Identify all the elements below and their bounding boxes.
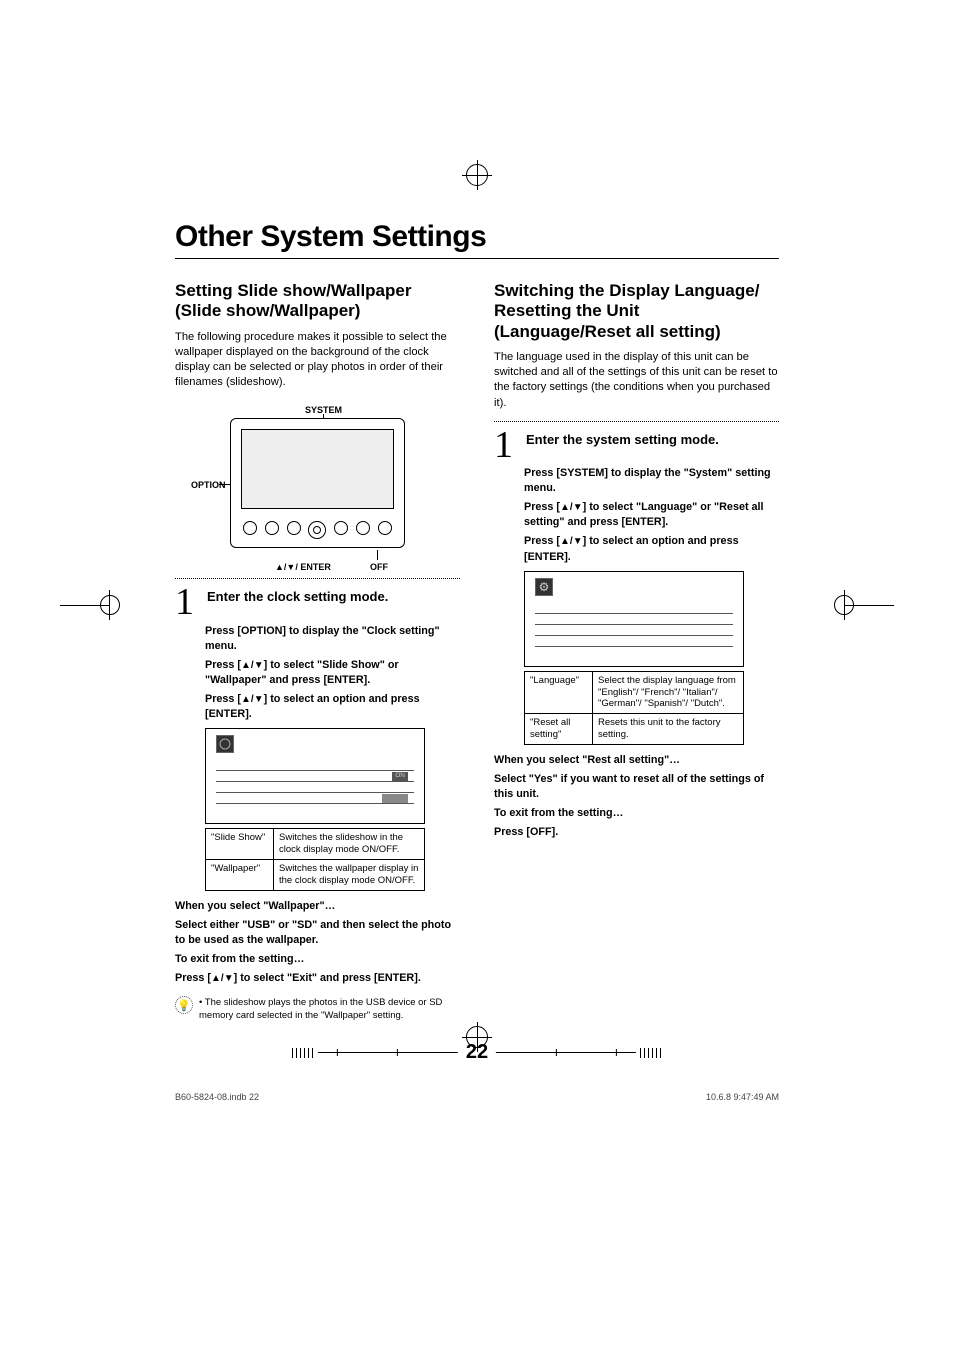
- left-instruction-1: Press [OPTION] to display the "Clock set…: [205, 624, 460, 654]
- menu-value-on: ON: [392, 772, 408, 781]
- clock-icon: [216, 735, 234, 753]
- when-reset-body: Select "Yes" if you want to reset all of…: [494, 772, 779, 802]
- opt-val: Switches the wallpaper display in the cl…: [274, 860, 425, 891]
- footer-right: 10.6.8 9:47:49 AM: [706, 1092, 779, 1102]
- opt-key: "Reset all setting": [525, 714, 593, 745]
- step-1-right: 1 Enter the system setting mode.: [494, 430, 779, 460]
- when-reset-title: When you select "Rest all setting"…: [494, 753, 779, 768]
- step-title: Enter the clock setting mode.: [207, 589, 388, 604]
- table-row: "Slide Show" Switches the slideshow in t…: [206, 829, 425, 860]
- left-options-table: "Slide Show" Switches the slideshow in t…: [205, 828, 425, 891]
- page-title: Other System Settings: [175, 220, 779, 259]
- right-instruction-3: Press [▲/▼] to select an option and pres…: [524, 534, 779, 564]
- right-instruction-2: Press [▲/▼] to select "Language" or "Res…: [524, 500, 779, 530]
- device-illustration: [230, 418, 405, 548]
- lightbulb-icon: 💡: [175, 996, 193, 1014]
- opt-key: "Wallpaper": [206, 860, 274, 891]
- opt-val: Select the display language from "Englis…: [593, 671, 744, 714]
- label-updown-enter: ▲/▼/ ENTER: [275, 562, 331, 572]
- when-wallpaper-title: When you select "Wallpaper"…: [175, 899, 460, 914]
- left-exit-title: To exit from the setting…: [175, 952, 460, 967]
- right-exit-title: To exit from the setting…: [494, 806, 779, 821]
- table-row: "Language" Select the display language f…: [525, 671, 744, 714]
- right-options-table: "Language" Select the display language f…: [524, 671, 744, 745]
- left-exit-body: Press [▲/▼] to select "Exit" and press […: [175, 971, 460, 986]
- step-title: Enter the system setting mode.: [526, 432, 719, 447]
- step-number: 1: [175, 587, 199, 617]
- step-number: 1: [494, 430, 518, 460]
- table-row: "Wallpaper" Switches the wallpaper displ…: [206, 860, 425, 891]
- tip-text: • The slideshow plays the photos in the …: [199, 996, 460, 1022]
- page-number: 22: [458, 1041, 496, 1064]
- gear-icon: [535, 578, 553, 596]
- print-footer: B60-5824-08.indb 22 10.6.8 9:47:49 AM: [175, 1092, 779, 1102]
- label-off: OFF: [370, 562, 388, 572]
- opt-key: "Slide Show": [206, 829, 274, 860]
- opt-val: Resets this unit to the factory setting.: [593, 714, 744, 745]
- left-instruction-2: Press [▲/▼] to select "Slide Show" or "W…: [205, 658, 460, 688]
- step-1-left: 1 Enter the clock setting mode.: [175, 587, 460, 617]
- dotted-divider: [175, 578, 460, 579]
- system-menu-panel: [524, 571, 744, 667]
- footer-left: B60-5824-08.indb 22: [175, 1092, 259, 1102]
- left-column: Setting Slide show/Wallpaper (Slide show…: [175, 281, 460, 1022]
- opt-key: "Language": [525, 671, 593, 714]
- left-subtitle: Setting Slide show/Wallpaper (Slide show…: [175, 281, 460, 322]
- right-column: Switching the Display Language/ Resettin…: [494, 281, 779, 1022]
- left-instruction-3: Press [▲/▼] to select an option and pres…: [205, 692, 460, 722]
- page-number-ornament: 22: [288, 1041, 666, 1064]
- right-exit-body: Press [OFF].: [494, 825, 779, 840]
- dotted-divider: [494, 421, 779, 422]
- clock-menu-panel: ON: [205, 728, 425, 824]
- table-row: "Reset all setting" Resets this unit to …: [525, 714, 744, 745]
- right-instruction-1: Press [SYSTEM] to display the "System" s…: [524, 466, 779, 496]
- when-wallpaper-body: Select either "USB" or "SD" and then sel…: [175, 918, 460, 948]
- tip-block: 💡 • The slideshow plays the photos in th…: [175, 996, 460, 1022]
- left-intro: The following procedure makes it possibl…: [175, 330, 460, 390]
- opt-val: Switches the slideshow in the clock disp…: [274, 829, 425, 860]
- right-intro: The language used in the display of this…: [494, 350, 779, 410]
- right-subtitle: Switching the Display Language/ Resettin…: [494, 281, 779, 342]
- device-figure: SYSTEM OPTION ▲/▼/ ENTER OFF: [175, 400, 460, 570]
- label-option: OPTION: [191, 480, 226, 490]
